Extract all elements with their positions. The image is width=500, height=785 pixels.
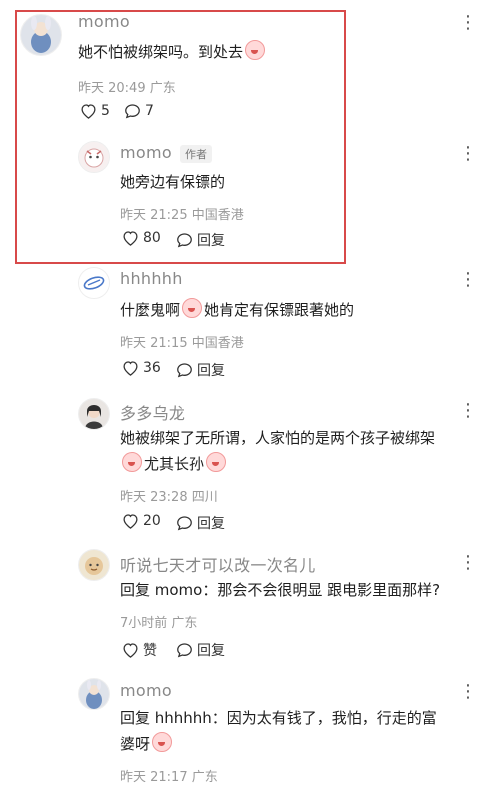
reply-label: 回复 <box>197 516 225 532</box>
like-count: 36 <box>143 360 161 376</box>
like-button[interactable]: 20 <box>122 513 161 529</box>
reply-button[interactable]: 7 <box>124 103 154 119</box>
reply-button[interactable]: 回复 <box>176 513 225 533</box>
comment-icon <box>177 363 192 378</box>
comment-text: 回复 momo：那会不会很明显 跟电影里面那样? <box>120 581 441 599</box>
comment-text: 她旁边有保镖的 <box>120 173 226 191</box>
heart-icon <box>81 104 96 119</box>
reply-button[interactable]: 回复 <box>176 230 225 250</box>
comment-text-line: 尤其长孙 <box>120 450 228 478</box>
comment-icon <box>177 643 192 658</box>
like-count: 80 <box>143 230 161 246</box>
comment-author[interactable]: momo <box>78 12 130 31</box>
avatar-image-icon <box>21 15 61 55</box>
comment-text-line: 她被绑架了无所谓，人家怕的是两个孩子被绑架 <box>120 429 436 447</box>
avatar-image-icon <box>79 268 109 298</box>
emoji-icon <box>182 298 203 318</box>
like-button[interactable]: 36 <box>122 360 161 376</box>
reply-label: 回复 <box>197 643 225 659</box>
more-options-icon[interactable]: ⋮ <box>459 271 477 289</box>
avatar[interactable] <box>78 398 110 430</box>
heart-icon <box>123 231 138 246</box>
comment-icon <box>177 516 192 531</box>
emoji-icon <box>245 40 266 60</box>
like-button[interactable]: 5 <box>80 103 110 119</box>
comment-author[interactable]: momo <box>120 681 172 700</box>
reply-button[interactable]: 回复 <box>176 640 225 660</box>
comment-text-part: 尤其长孙 <box>144 455 205 473</box>
comment-meta: 7小时前 广东 <box>120 616 198 631</box>
more-options-icon[interactable]: ⋮ <box>459 14 477 32</box>
avatar[interactable] <box>78 141 110 173</box>
like-count: 5 <box>101 103 110 119</box>
like-button[interactable]: 赞 <box>122 640 157 660</box>
like-count: 20 <box>143 513 161 529</box>
comment-author[interactable]: 听说七天才可以改一次名儿 <box>120 552 316 576</box>
reply-button[interactable]: 回复 <box>176 360 225 380</box>
avatar-image-icon <box>79 550 109 580</box>
comment-icon <box>125 104 140 119</box>
comment-icon <box>177 233 192 248</box>
avatar-image-icon <box>79 679 109 709</box>
comment-author[interactable]: momo <box>120 143 172 162</box>
comment-meta: 昨天 21:15 中国香港 <box>120 336 244 351</box>
emoji-icon <box>206 452 227 472</box>
more-options-icon[interactable]: ⋮ <box>459 554 477 572</box>
reply-label: 回复 <box>197 363 225 379</box>
avatar[interactable] <box>78 549 110 581</box>
comment-text-part: 什麼鬼啊 <box>120 301 181 319</box>
comment-text: 她不怕被绑架吗。到处去 <box>78 38 267 66</box>
heart-icon <box>123 361 138 376</box>
avatar[interactable] <box>78 678 110 710</box>
author-badge: 作者 <box>180 145 212 163</box>
comment-meta: 昨天 20:49 广东 <box>78 81 176 96</box>
more-options-icon[interactable]: ⋮ <box>459 145 477 163</box>
reply-count: 7 <box>145 103 154 119</box>
more-options-icon[interactable]: ⋮ <box>459 683 477 701</box>
emoji-icon <box>122 452 142 472</box>
comment-meta: 昨天 21:25 中国香港 <box>120 208 244 223</box>
comment-author[interactable]: 多多乌龙 <box>120 400 185 424</box>
avatar-image-icon <box>79 142 109 172</box>
comment-meta: 昨天 23:28 四川 <box>120 490 218 505</box>
heart-icon <box>123 643 138 658</box>
comment-text-content: 她不怕被绑架吗。到处去 <box>78 43 244 61</box>
avatar-image-icon <box>79 399 109 429</box>
comment-text-part: 她肯定有保镖跟著她的 <box>204 301 355 319</box>
comment-text-part: 婆呀 <box>120 735 151 753</box>
reply-label: 回复 <box>197 233 225 249</box>
like-label: 赞 <box>143 643 157 659</box>
avatar[interactable] <box>20 14 62 56</box>
comment-meta: 昨天 21:17 广东 <box>120 770 218 785</box>
avatar[interactable] <box>78 267 110 299</box>
emoji-icon <box>152 732 173 752</box>
comment-text-line: 婆呀 <box>120 730 174 758</box>
comment-author[interactable]: hhhhhh <box>120 269 183 288</box>
heart-icon <box>123 514 138 529</box>
comment-text-line: 回复 hhhhhh：因为太有钱了，我怕，行走的富 <box>120 709 437 727</box>
comment-text: 什麼鬼啊 她肯定有保镖跟著她的 <box>120 296 354 324</box>
more-options-icon[interactable]: ⋮ <box>459 402 477 420</box>
like-button[interactable]: 80 <box>122 230 161 246</box>
